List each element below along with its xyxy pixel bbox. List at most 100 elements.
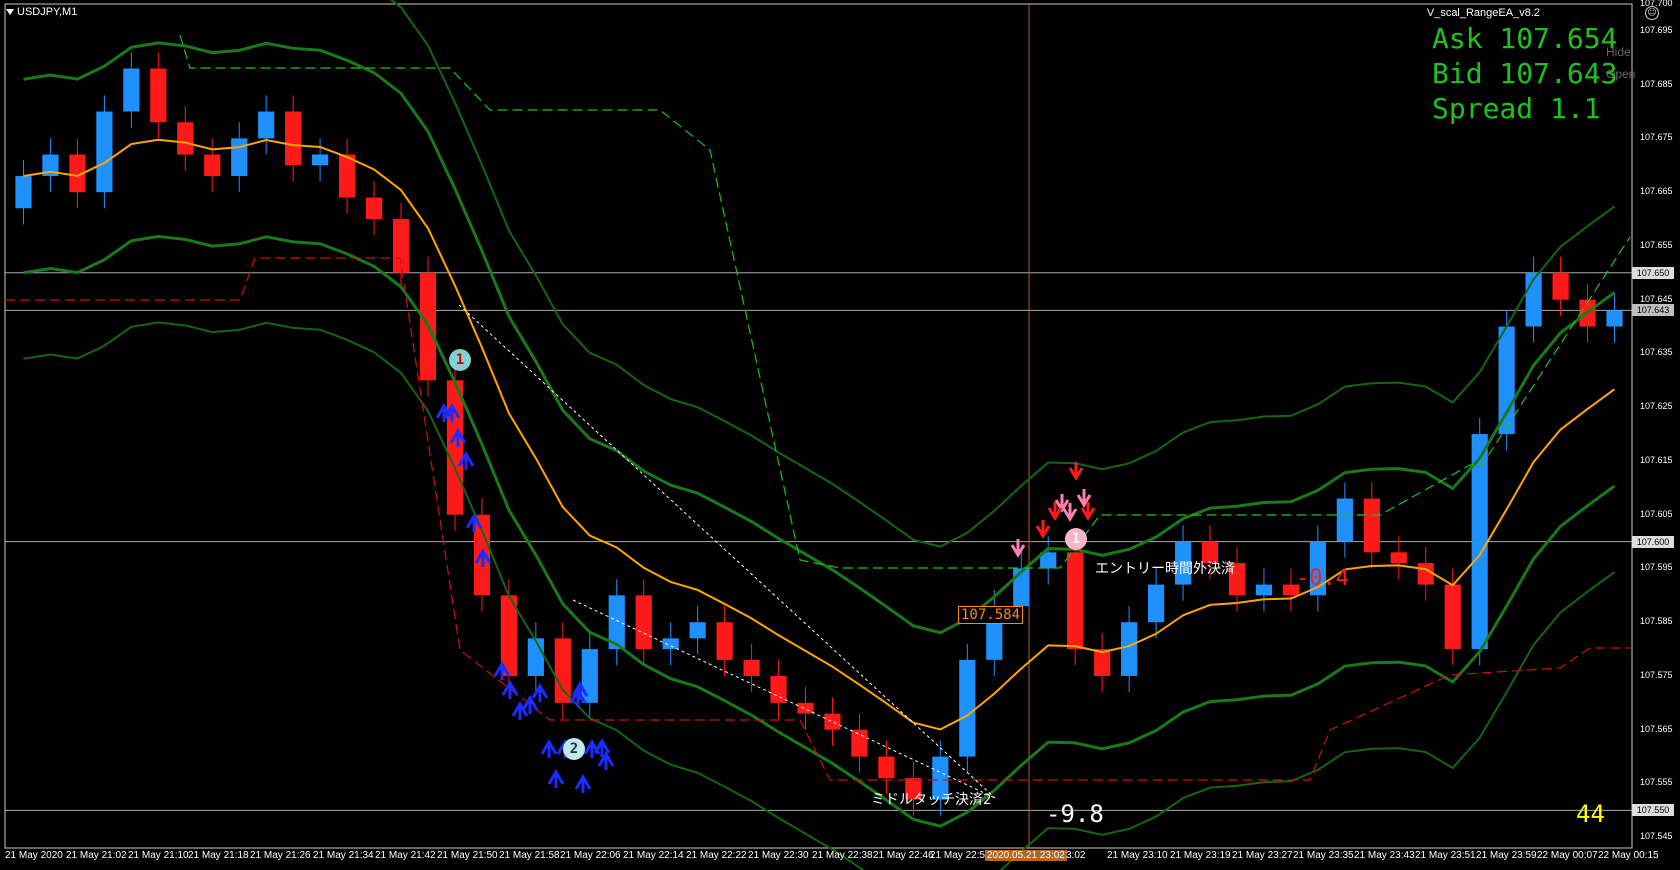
time-tick-label: 21 May 22:06 [560, 850, 621, 861]
candle-body [959, 659, 976, 757]
price-chart[interactable] [0, 0, 1680, 870]
time-tick-label: 21 May 22:30 [748, 850, 809, 861]
price-tick-label: 107.625 [1640, 401, 1673, 412]
buy-arrow-icon [531, 683, 549, 702]
time-tick-label: 21 May 23:51 [1415, 850, 1476, 861]
price-tick-label: 107.585 [1640, 616, 1673, 627]
time-tick-label: 21 May 23:19 [1170, 850, 1231, 861]
spread-text: Spread 1.1 [1432, 92, 1601, 125]
time-tick-label: 21 May 2020 [5, 850, 63, 861]
candle-body [1390, 552, 1407, 564]
open-button[interactable]: Open [1606, 67, 1635, 81]
midtouch-exit-label: ミドルタッチ決済2 [871, 792, 992, 808]
candle-body [1013, 568, 1030, 607]
bid-text: Bid 107.643 [1432, 57, 1618, 90]
candle-body [1094, 649, 1111, 676]
candle-body [824, 713, 841, 730]
time-tick-label: 21 May 22:38 [812, 850, 873, 861]
candle-body [312, 154, 329, 166]
range-lower-dashed-line [5, 257, 1632, 781]
time-tick-label: 21 May 21:10 [128, 850, 189, 861]
candle-body [177, 122, 194, 155]
smiley-icon[interactable]: ☺ [1645, 6, 1659, 20]
range-upper-dashed-line [179, 34, 1631, 569]
price-tick-label: 107.645 [1640, 293, 1673, 304]
candle-body [1417, 563, 1434, 585]
moving-average-line [23, 138, 1616, 731]
crosshair-price-label: 107.584 [958, 606, 1024, 624]
candle-body [554, 638, 571, 703]
entry-marker-1b: 1 [1065, 528, 1087, 550]
price-tick-label: 107.595 [1640, 562, 1673, 573]
time-tick-label: 21 May 21:18 [188, 850, 249, 861]
candle-body [258, 111, 275, 139]
price-tick-label: 107.695 [1640, 24, 1673, 35]
dropdown-triangle-icon[interactable] [6, 9, 14, 16]
hide-button[interactable]: Hide [1606, 45, 1631, 59]
price-tick-label: 107.635 [1640, 347, 1673, 358]
price-tick-label: 107.575 [1640, 669, 1673, 680]
time-tick-label: 21 May 21:26 [250, 850, 311, 861]
candle-body [365, 197, 383, 220]
symbol-text: USDJPY,M1 [17, 6, 78, 18]
price-tick-label: 107.655 [1640, 239, 1673, 250]
time-tick-label: 22 May 00:15 [1598, 850, 1659, 861]
candle-body [1552, 272, 1569, 300]
candle-body [1067, 552, 1084, 650]
candle-body [581, 649, 598, 703]
price-tick-label: 107.700 [1640, 0, 1673, 8]
candle-body [878, 756, 895, 779]
candle-body [204, 154, 221, 177]
candle-body [285, 111, 302, 166]
candle-body [770, 675, 787, 703]
entry-marker-1: 1 [449, 349, 471, 371]
entry-result-label: -0.4 [1296, 566, 1349, 591]
time-tick-label: 21 May 21:50 [437, 850, 498, 861]
ea-label: V_scal_RangeEA_v8.2 [1426, 7, 1540, 19]
time-tick-label: 21 May 22:14 [623, 850, 684, 861]
price-tick-label: 107.545 [1640, 831, 1673, 842]
candle-body [743, 659, 760, 676]
time-tick-label: 21 May 23:10 [1107, 850, 1168, 861]
candle-body [96, 111, 113, 193]
counter-label: 44 [1576, 800, 1605, 828]
candle-body [338, 154, 356, 198]
time-tick-label: 21 May 23:59 [1476, 850, 1537, 861]
price-tick-label: 107.675 [1640, 132, 1673, 143]
candle-body [716, 622, 733, 660]
candle-body [689, 622, 706, 639]
candle-body [446, 380, 464, 515]
candle-body [150, 68, 167, 123]
buy-arrow-icon [547, 769, 565, 788]
time-tick-label: 21 May 21:34 [313, 850, 374, 861]
mt4-chart-window[interactable]: USDJPY,M1 V_scal_RangeEA_v8.2 ☺ Ask 107.… [0, 0, 1680, 870]
candle-body [797, 702, 814, 714]
candle-body [392, 219, 410, 273]
candle-body [1121, 622, 1138, 676]
time-tick-label: 21 May 21:58 [499, 850, 560, 861]
candle-body [123, 68, 140, 112]
candle-body [15, 176, 32, 209]
candle-body [662, 638, 679, 650]
entry-marker-2: 2 [563, 738, 585, 760]
time-tick-label: 21 May 23:27 [1232, 850, 1293, 861]
price-level-box: 107.650 [1632, 266, 1674, 279]
candle-body [1606, 310, 1623, 327]
midtouch-result-label: -9.8 [1046, 800, 1104, 828]
ask-text: Ask 107.654 [1432, 22, 1618, 55]
price-level-box: 107.550 [1632, 804, 1674, 817]
buy-arrow-icon [540, 739, 558, 758]
time-tick-label: 21 May 21:02 [66, 850, 127, 861]
bollinger-band-line [23, 321, 1616, 870]
price-tick-label: 107.605 [1640, 508, 1673, 519]
price-tick-label: 107.565 [1640, 723, 1673, 734]
candle-body [1147, 584, 1165, 623]
time-tick-label: 21 May 22:46 [873, 850, 934, 861]
time-tick-label: 21 May 23:43 [1354, 850, 1415, 861]
price-level-box: 107.643 [1632, 304, 1674, 317]
time-tick-label: 3:02 [1066, 850, 1086, 861]
trendline-dotted [458, 304, 996, 799]
sell-arrow-icon [1054, 494, 1070, 513]
price-tick-label: 107.615 [1640, 454, 1673, 465]
buy-arrow-icon [574, 774, 592, 793]
